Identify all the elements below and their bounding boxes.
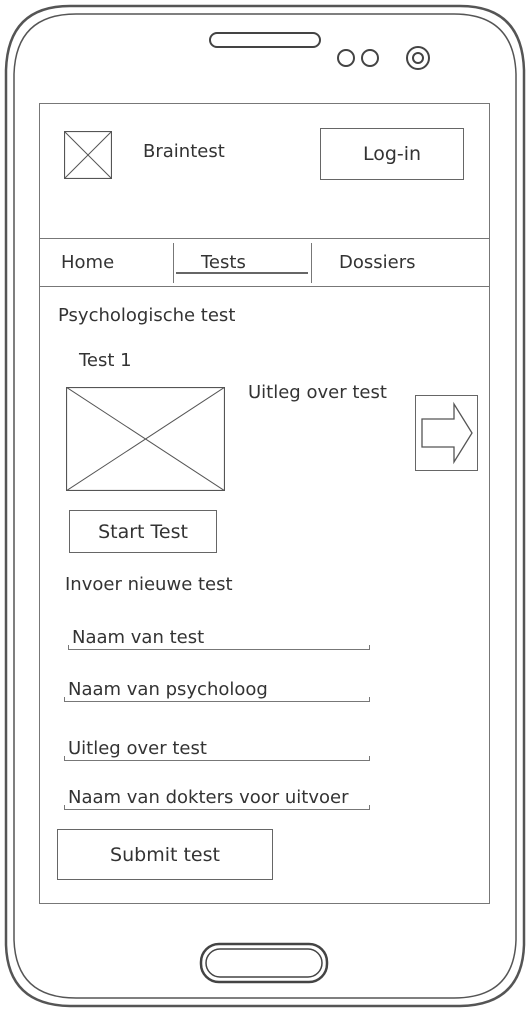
test-description-input[interactable]: [64, 737, 378, 759]
login-button[interactable]: Log-in: [320, 128, 464, 180]
camera-icon: [406, 46, 430, 70]
test-title: Test 1: [79, 350, 132, 371]
doctors-name-field[interactable]: [64, 786, 378, 810]
test-name-input[interactable]: [68, 626, 378, 648]
screen: [39, 103, 490, 904]
nav-bar: Home Tests Dossiers: [39, 238, 490, 287]
test-description-field[interactable]: [64, 737, 378, 761]
next-button[interactable]: [415, 395, 478, 471]
active-tab-indicator: [176, 272, 308, 274]
arrow-right-icon: [421, 401, 473, 465]
psychologist-name-field[interactable]: [64, 678, 378, 702]
nav-divider: [311, 243, 312, 283]
logo-placeholder-icon: [64, 131, 112, 179]
psychologist-name-input[interactable]: [64, 678, 378, 700]
nav-divider: [173, 243, 174, 283]
test-image-placeholder-icon: [66, 387, 225, 491]
new-test-heading: Invoer nieuwe test: [65, 574, 233, 595]
tab-tests[interactable]: Tests: [201, 239, 246, 286]
test-name-field[interactable]: [68, 626, 378, 650]
test-description: Uitleg over test: [248, 382, 387, 403]
tab-dossiers[interactable]: Dossiers: [339, 239, 415, 286]
sensor-icon: [337, 49, 355, 67]
app-title: Braintest: [143, 141, 225, 162]
doctors-name-input[interactable]: [64, 786, 378, 808]
sensor-icon: [361, 49, 379, 67]
speaker-slot: [209, 32, 321, 48]
section-title: Psychologische test: [58, 305, 236, 326]
start-test-button[interactable]: Start Test: [69, 510, 217, 553]
tab-home[interactable]: Home: [61, 239, 114, 286]
submit-test-button[interactable]: Submit test: [57, 829, 273, 880]
